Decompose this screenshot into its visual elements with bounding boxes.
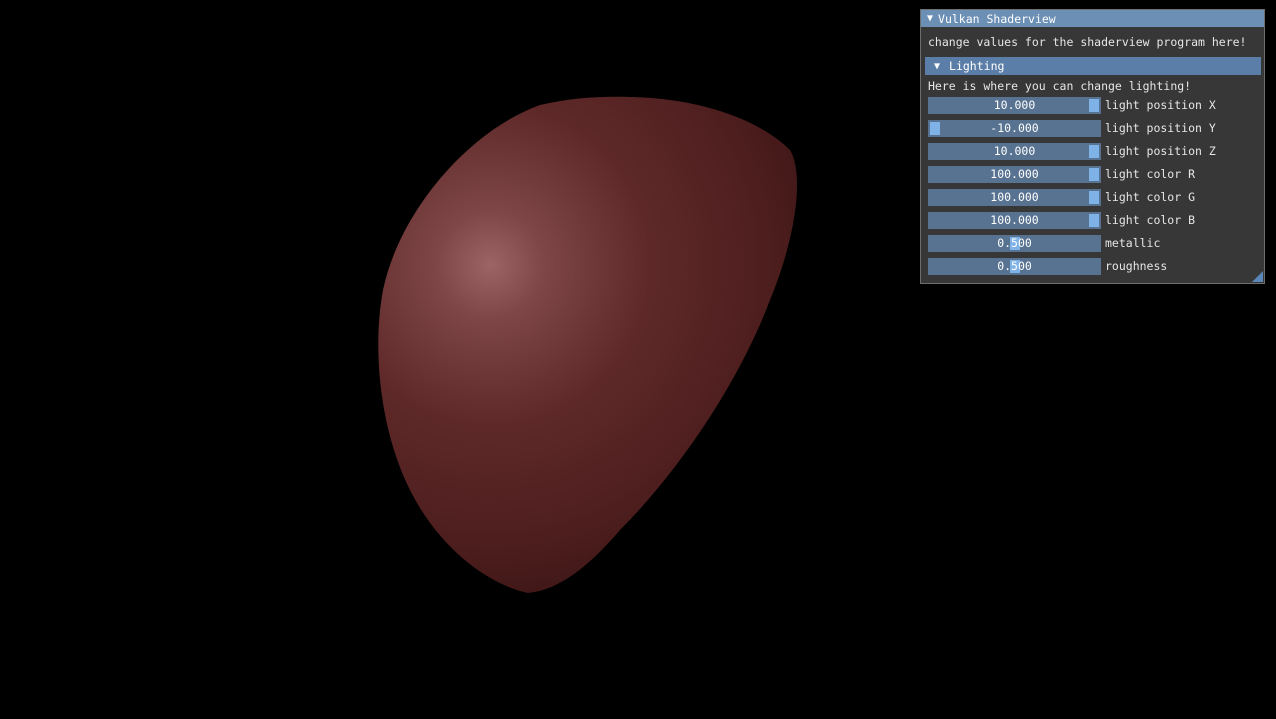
slider-row-light-position-z: 10.000 light position Z: [928, 143, 1258, 160]
slider-label: light position Y: [1105, 121, 1216, 135]
slider-value: 10.000: [993, 144, 1036, 158]
metallic-slider[interactable]: 0.500: [928, 235, 1101, 252]
slider-value: -10.000: [990, 121, 1039, 135]
slider-value: 0.500: [997, 259, 1032, 273]
roughness-slider[interactable]: 0.500: [928, 258, 1101, 275]
slider-row-light-position-y: -10.000 light position Y: [928, 120, 1258, 137]
slider-label: light color G: [1105, 190, 1196, 204]
light-color-b-slider[interactable]: 100.000: [928, 212, 1101, 229]
slider-label: light color R: [1105, 167, 1196, 181]
lighting-collapse-arrow-icon[interactable]: ▼: [934, 61, 940, 72]
slider-value: 100.000: [990, 213, 1039, 227]
light-position-x-slider[interactable]: 10.000: [928, 97, 1101, 114]
slider-value: 100.000: [990, 167, 1039, 181]
slider-label: metallic: [1105, 236, 1161, 250]
light-color-g-slider[interactable]: 100.000: [928, 189, 1101, 206]
window-title-bar[interactable]: ▼ Vulkan Shaderview: [921, 10, 1264, 27]
light-position-y-slider[interactable]: -10.000: [928, 120, 1101, 137]
slider-label: light color B: [1105, 213, 1196, 227]
slider-row-light-position-x: 10.000 light position X: [928, 97, 1258, 114]
slider-label: light position X: [1105, 98, 1216, 112]
slider-value: 0.500: [997, 236, 1032, 250]
slider-label: roughness: [1105, 259, 1168, 273]
slider-row-metallic: 0.500 metallic: [928, 235, 1258, 252]
resize-grip-icon[interactable]: [1252, 271, 1263, 282]
lighting-header[interactable]: ▼ Lighting: [925, 57, 1261, 75]
slider-label: light position Z: [1105, 144, 1216, 158]
window-title: Vulkan Shaderview: [938, 11, 1056, 26]
slider-row-roughness: 0.500 roughness: [928, 258, 1258, 275]
collapse-arrow-icon[interactable]: ▼: [927, 13, 933, 24]
slider-value: 10.000: [993, 98, 1036, 112]
lighting-description: Here is where you can change lighting!: [928, 79, 1192, 93]
window-description: change values for the shaderview program…: [928, 35, 1247, 49]
slider-row-light-color-r: 100.000 light color R: [928, 166, 1258, 183]
shaderview-window[interactable]: ▼ Vulkan Shaderview change values for th…: [920, 9, 1265, 284]
lighting-header-label: Lighting: [949, 59, 1005, 73]
slider-value: 100.000: [990, 190, 1039, 204]
slider-row-light-color-g: 100.000 light color G: [928, 189, 1258, 206]
light-position-z-slider[interactable]: 10.000: [928, 143, 1101, 160]
light-color-r-slider[interactable]: 100.000: [928, 166, 1101, 183]
slider-row-light-color-b: 100.000 light color B: [928, 212, 1258, 229]
